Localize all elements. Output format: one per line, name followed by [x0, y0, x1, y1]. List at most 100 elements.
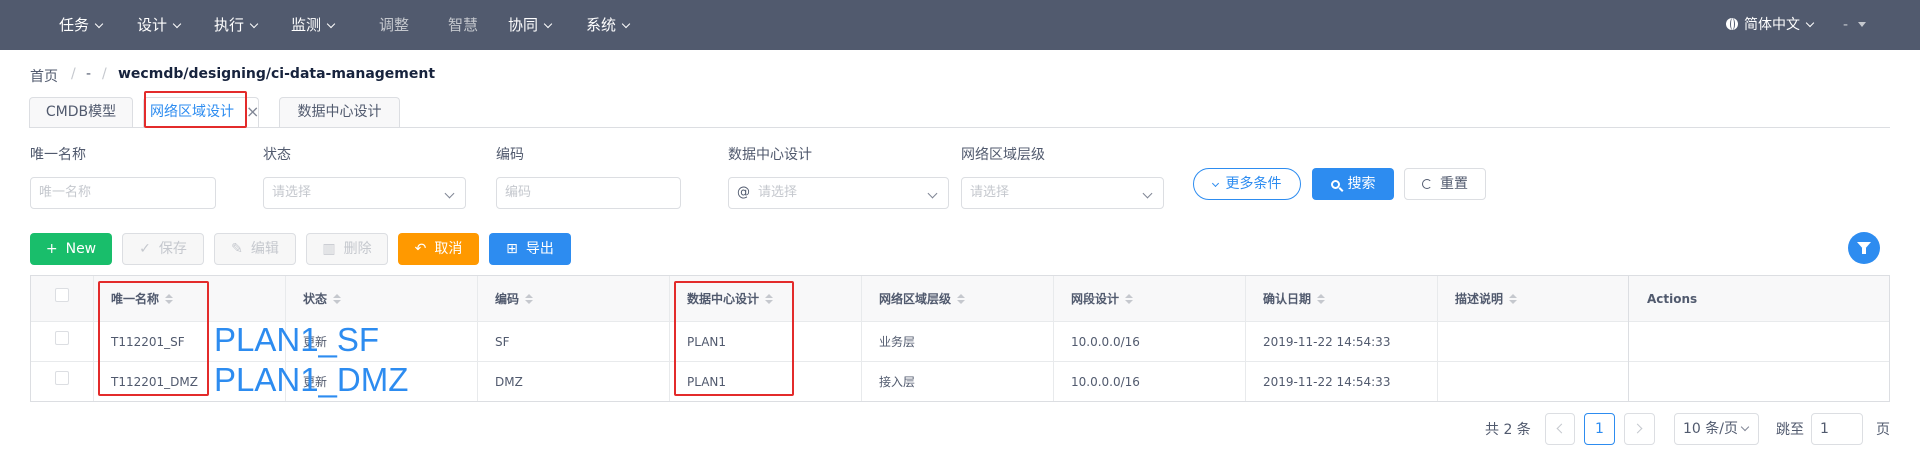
column-header-network-zone-level[interactable]: 网络区域层级	[879, 276, 966, 322]
top-nav-bar: 任务 设计 执行 监测 调整 智慧 协同 系统 简体中文 -	[0, 0, 1920, 50]
tab-divider	[29, 127, 1890, 128]
breadcrumb-separator: /	[71, 66, 76, 82]
column-header-code[interactable]: 编码	[495, 276, 534, 322]
chevron-down-icon	[1740, 422, 1750, 432]
refresh-icon	[1422, 179, 1432, 189]
breadcrumb-separator: /	[102, 66, 107, 82]
breadcrumb-middle[interactable]: -	[86, 66, 91, 82]
more-conditions-button[interactable]: 更多条件	[1193, 168, 1301, 200]
pagination-total: 共 2 条	[1485, 422, 1531, 438]
edit-button[interactable]: ✎ 编辑	[214, 233, 296, 265]
close-icon[interactable]: ×	[246, 102, 259, 122]
breadcrumb-current: wecmdb/designing/ci-data-management	[118, 66, 436, 82]
chevron-right-icon	[1632, 423, 1643, 434]
column-divider	[861, 276, 862, 401]
status-select[interactable]: 请选择	[263, 177, 466, 209]
nav-item-monitor[interactable]: 监测	[291, 0, 336, 50]
filter-label-status: 状态	[263, 147, 291, 163]
column-header-segment-design[interactable]: 网段设计	[1071, 276, 1134, 322]
chevron-down-icon	[444, 188, 455, 199]
column-divider	[1245, 276, 1246, 401]
chevron-down-icon	[543, 19, 553, 29]
filter-label-unique-name: 唯一名称	[30, 147, 86, 163]
plus-icon: +	[45, 241, 58, 257]
nav-item-collaborate[interactable]: 协同	[508, 0, 553, 50]
nav-item-wisdom[interactable]: 智慧	[448, 0, 478, 50]
cell-network-zone-level: 业务层	[879, 335, 916, 349]
cell-confirm-date: 2019-11-22 14:54:33	[1263, 375, 1391, 389]
sort-icon[interactable]	[1317, 294, 1326, 304]
language-switcher[interactable]: 简体中文	[1726, 0, 1815, 50]
cell-code: SF	[495, 335, 510, 349]
column-divider	[669, 276, 670, 401]
at-icon: @	[737, 185, 750, 200]
select-all-checkbox[interactable]	[55, 288, 69, 302]
code-input[interactable]: 编码	[496, 177, 681, 209]
chevron-down-icon	[172, 19, 182, 29]
column-header-description[interactable]: 描述说明	[1455, 276, 1518, 322]
highlight-box-unique-name-column	[98, 281, 209, 396]
wrench-icon: ✎	[231, 241, 243, 257]
chevron-down-icon	[621, 19, 631, 29]
overlay-annotation: PLAN1_SF	[214, 321, 380, 358]
page-size-select[interactable]: 10 条/页	[1674, 413, 1759, 445]
filter-icon[interactable]	[1848, 232, 1880, 264]
datacenter-design-select[interactable]: @ 请选择	[728, 177, 949, 209]
overlay-annotation: PLAN1_DMZ	[214, 361, 409, 398]
nav-item-design[interactable]: 设计	[137, 0, 182, 50]
next-page-button[interactable]	[1624, 413, 1655, 445]
export-icon: ⊞	[506, 241, 518, 257]
sort-icon[interactable]	[957, 294, 966, 304]
chevron-down-icon	[326, 19, 336, 29]
nav-item-execute[interactable]: 执行	[214, 0, 259, 50]
sort-icon[interactable]	[333, 294, 342, 304]
column-header-status[interactable]: 状态	[303, 276, 342, 322]
filter-label-datacenter-design: 数据中心设计	[728, 147, 812, 163]
cell-segment-design: 10.0.0.0/16	[1071, 375, 1140, 389]
save-button[interactable]: ✓ 保存	[122, 233, 204, 265]
new-button[interactable]: + New	[30, 233, 112, 265]
nav-item-task[interactable]: 任务	[59, 0, 104, 50]
nav-item-system[interactable]: 系统	[586, 0, 631, 50]
filter-label-code: 编码	[496, 147, 524, 163]
cell-network-zone-level: 接入层	[879, 375, 916, 389]
reset-button[interactable]: 重置	[1404, 168, 1486, 200]
undo-icon: ↶	[414, 241, 427, 257]
row-checkbox[interactable]	[55, 371, 69, 385]
chevron-down-icon	[94, 19, 104, 29]
column-divider	[1437, 276, 1438, 401]
column-divider	[1053, 276, 1054, 401]
delete-button[interactable]: ▥ 删除	[306, 233, 388, 265]
highlight-box-active-tab	[144, 91, 247, 128]
sort-icon[interactable]	[525, 294, 534, 304]
chevron-down-icon	[1805, 18, 1815, 28]
chevron-down-icon	[249, 19, 259, 29]
search-icon	[1330, 180, 1340, 189]
network-zone-level-select[interactable]: 请选择	[961, 177, 1164, 209]
prev-page-button[interactable]	[1545, 413, 1575, 445]
cell-segment-design: 10.0.0.0/16	[1071, 335, 1140, 349]
jump-label: 跳至	[1776, 422, 1804, 438]
page-suffix-label: 页	[1876, 422, 1890, 438]
cell-confirm-date: 2019-11-22 14:54:33	[1263, 335, 1391, 349]
export-button[interactable]: ⊞ 导出	[489, 233, 571, 265]
tab-cmdb-model[interactable]: CMDB模型	[29, 97, 133, 127]
page-1-button[interactable]: 1	[1584, 413, 1615, 445]
column-divider	[1628, 276, 1629, 401]
globe-icon	[1726, 18, 1738, 30]
unique-name-input[interactable]: 唯一名称	[30, 177, 216, 209]
sort-icon[interactable]	[1125, 294, 1134, 304]
column-divider	[93, 276, 94, 401]
row-checkbox[interactable]	[55, 331, 69, 345]
jump-page-input[interactable]: 1	[1811, 413, 1863, 445]
cancel-button[interactable]: ↶ 取消	[398, 233, 479, 265]
column-header-confirm-date[interactable]: 确认日期	[1263, 276, 1326, 322]
caret-down-icon	[1858, 22, 1867, 27]
user-menu[interactable]: -	[1843, 0, 1867, 50]
search-button[interactable]: 搜索	[1312, 168, 1394, 200]
nav-item-adjust[interactable]: 调整	[379, 0, 409, 50]
sort-icon[interactable]	[1509, 294, 1518, 304]
breadcrumb-home[interactable]: 首页	[30, 66, 58, 86]
filter-label-network-zone-level: 网络区域层级	[961, 147, 1045, 163]
tab-datacenter-design[interactable]: 数据中心设计	[279, 97, 400, 127]
